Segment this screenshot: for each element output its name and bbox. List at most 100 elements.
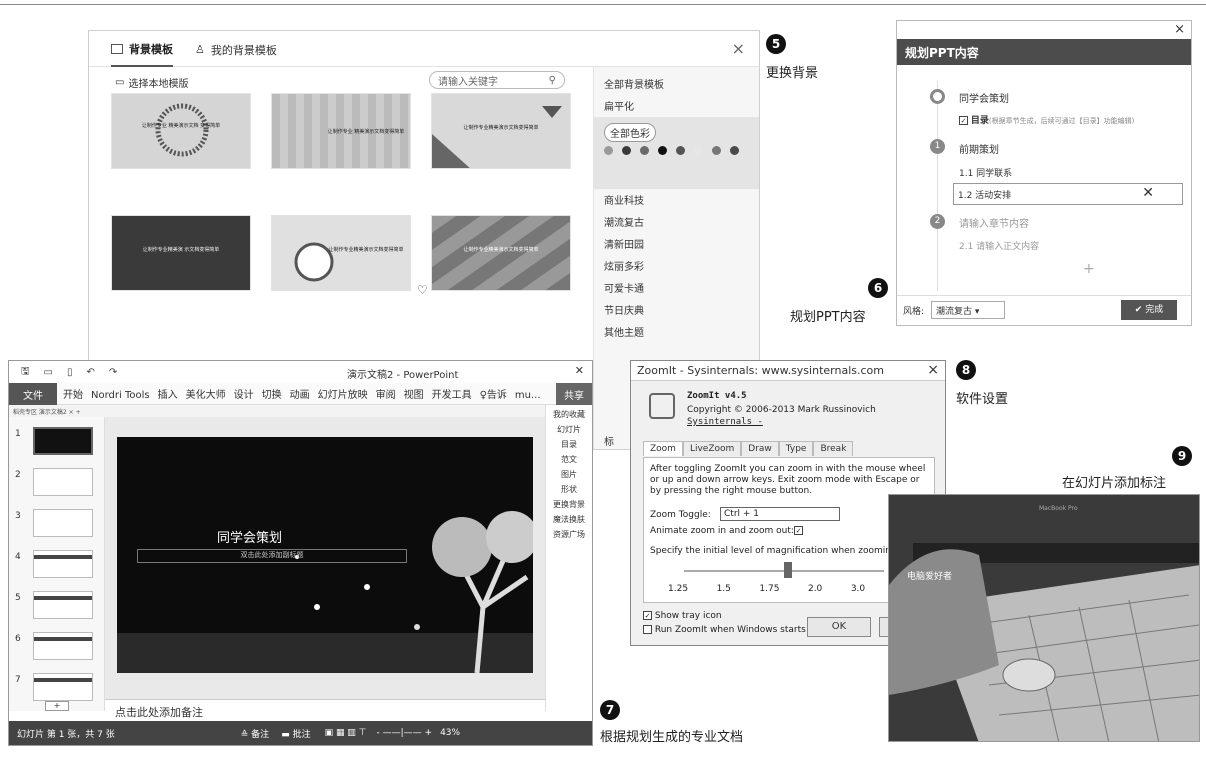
startup-checkbox[interactable] <box>643 625 652 634</box>
color-swatch[interactable] <box>604 146 613 155</box>
all-colors-pill[interactable]: 全部色彩 <box>604 123 656 142</box>
color-swatch[interactable] <box>730 146 739 155</box>
notes-toggle[interactable]: ≙ 备注 <box>241 727 269 740</box>
tool-panel-item[interactable]: 目录 <box>546 439 592 450</box>
slide-title[interactable]: 同学会策划 <box>217 527 282 546</box>
category-item[interactable]: 清新田园 <box>594 233 759 255</box>
ribbon-tab[interactable]: 插入 <box>158 390 178 401</box>
template-thumb[interactable]: 让制作专业精美演示文档变得简单 <box>431 93 571 169</box>
save-icon[interactable]: 🖫 <box>21 364 30 381</box>
template-thumb[interactable]: 让制作专业精美演 示文档变得简单 <box>111 215 251 291</box>
share-button[interactable]: 共享 <box>556 383 592 405</box>
ribbon-tab[interactable]: 设计 <box>234 390 254 401</box>
category-item[interactable]: 节日庆典 <box>594 299 759 321</box>
chapter-placeholder[interactable]: 请输入章节内容 <box>959 215 1029 230</box>
category-item[interactable]: 其他主题 <box>594 321 759 343</box>
tool-panel-item[interactable]: 我的收藏 <box>546 409 592 420</box>
color-swatch[interactable] <box>640 146 649 155</box>
tray-checkbox[interactable]: ✓ <box>643 611 652 620</box>
tool-panel-item[interactable]: 更换背景 <box>546 499 592 510</box>
slide-subtitle-placeholder[interactable]: 双击此处添加副标题 <box>137 549 407 563</box>
section-item[interactable]: 1.1 同学联系 <box>959 166 1012 179</box>
heart-icon[interactable]: ♡ <box>417 283 428 297</box>
category-item[interactable]: 商业科技 <box>594 189 759 211</box>
tab-background-template[interactable]: 背景模板 <box>111 31 173 67</box>
category-item[interactable]: 炫丽多彩 <box>594 255 759 277</box>
slide-thumb[interactable] <box>33 468 93 496</box>
plan-item-title[interactable]: 同学会策划 <box>959 90 1009 105</box>
zoom-slider[interactable]: - ——|—— + <box>377 728 433 738</box>
zoomit-tab[interactable]: Draw <box>741 441 779 456</box>
ribbon-tab[interactable]: 开发工具 <box>432 390 472 401</box>
close-icon[interactable]: × <box>732 39 745 58</box>
tool-panel-item[interactable]: 魔法换肤 <box>546 514 592 525</box>
tool-panel-item[interactable]: 范文 <box>546 454 592 465</box>
chapter-title[interactable]: 前期策划 <box>959 141 999 156</box>
sysinternals-link[interactable]: Sysinternals - <box>687 417 763 427</box>
section-edit-field[interactable]: 1.2 活动安排 ✕ <box>953 183 1183 205</box>
open-icon[interactable]: ▭ <box>44 367 53 378</box>
color-swatch[interactable] <box>712 146 721 155</box>
filter-flat[interactable]: 扁平化 <box>594 95 759 117</box>
slide-thumb[interactable] <box>33 673 93 701</box>
close-icon[interactable]: × <box>927 362 939 378</box>
style-select[interactable]: 潮流复古 ▾ <box>931 301 1005 319</box>
add-slide-button[interactable]: + <box>45 701 69 711</box>
undo-icon[interactable]: ↶ <box>87 367 95 378</box>
template-thumb[interactable]: 让制作专业精美演示文档变得简单 <box>271 215 411 291</box>
redo-icon[interactable]: ↷ <box>109 367 117 378</box>
toc-checkbox[interactable]: ✓ <box>959 116 968 125</box>
hotkey-input[interactable]: Ctrl + 1 <box>720 507 840 521</box>
tool-panel-item[interactable]: 形状 <box>546 484 592 495</box>
zoomit-tab[interactable]: Break <box>813 441 854 456</box>
tool-panel-item[interactable]: 资源广场 <box>546 529 592 540</box>
zoomit-tab[interactable]: Type <box>778 441 814 456</box>
ok-button[interactable]: OK <box>807 617 871 637</box>
done-button[interactable]: ✔ 完成 <box>1121 300 1177 320</box>
close-icon[interactable]: × <box>1174 22 1185 37</box>
slide-thumb[interactable] <box>33 550 93 578</box>
slide-thumb[interactable] <box>33 509 93 537</box>
magnification-slider[interactable] <box>784 562 792 578</box>
color-swatch[interactable] <box>658 146 667 155</box>
new-icon[interactable]: ▯ <box>67 367 73 378</box>
zoomit-tab[interactable]: Zoom <box>643 441 683 456</box>
window-close-icon[interactable]: ✕ <box>575 364 584 377</box>
category-item[interactable]: 可爱卡通 <box>594 277 759 299</box>
zoomit-tab[interactable]: LiveZoom <box>682 441 742 456</box>
color-swatch[interactable] <box>694 146 703 155</box>
ribbon-tab[interactable]: 美化大师 <box>186 390 226 401</box>
ribbon-tab[interactable]: ♀告诉 <box>480 390 507 401</box>
template-thumb[interactable]: 让制作专业精美演示文档变得简单 <box>431 215 571 291</box>
choose-local-template[interactable]: ▭ 选择本地模版 <box>115 75 188 90</box>
search-input[interactable]: 请输入关键字 ⚲ <box>429 71 565 89</box>
ribbon-tab[interactable]: mu... <box>515 390 541 401</box>
tab-my-template[interactable]: ♙ 我的背景模板 <box>195 32 277 66</box>
ribbon-tab[interactable]: Nordri Tools <box>91 390 150 401</box>
ribbon-tab[interactable]: 视图 <box>404 390 424 401</box>
ribbon-tab[interactable]: 幻灯片放映 <box>318 390 368 401</box>
slide-thumb[interactable] <box>33 427 93 455</box>
comments-toggle[interactable]: ▬ 批注 <box>281 727 310 740</box>
clear-icon[interactable]: ✕ <box>1142 185 1154 201</box>
slide-thumb[interactable] <box>33 632 93 660</box>
tool-panel-item[interactable]: 幻灯片 <box>546 424 592 435</box>
color-swatch[interactable] <box>676 146 685 155</box>
ribbon-tab[interactable]: 审阅 <box>376 390 396 401</box>
ribbon-tab[interactable]: 切换 <box>262 390 282 401</box>
category-item[interactable]: 潮流复古 <box>594 211 759 233</box>
view-buttons[interactable]: ▣ ▦ ▥ ⊤ <box>325 728 367 738</box>
file-menu[interactable]: 文件 <box>9 382 57 405</box>
add-icon[interactable]: + <box>1083 261 1095 277</box>
document-tabs[interactable]: 稻壳专区 演示文稿2 × + <box>9 405 592 417</box>
tool-panel-item[interactable]: 图片 <box>546 469 592 480</box>
template-thumb[interactable]: 让制作专业 精美演示文档 变得简单 <box>111 93 251 169</box>
ribbon-tab[interactable]: 开始 <box>63 390 83 401</box>
notes-pane[interactable]: 点击此处添加备注 <box>105 699 547 721</box>
color-swatch[interactable] <box>622 146 631 155</box>
template-thumb[interactable]: 让制作专业 精美演示文档变得简单 <box>271 93 411 169</box>
search-icon[interactable]: ⚲ <box>549 75 556 86</box>
current-slide[interactable]: 同学会策划 双击此处添加副标题 <box>117 437 533 673</box>
ribbon-tab[interactable]: 动画 <box>290 390 310 401</box>
animate-checkbox[interactable]: ✓ <box>794 526 803 535</box>
